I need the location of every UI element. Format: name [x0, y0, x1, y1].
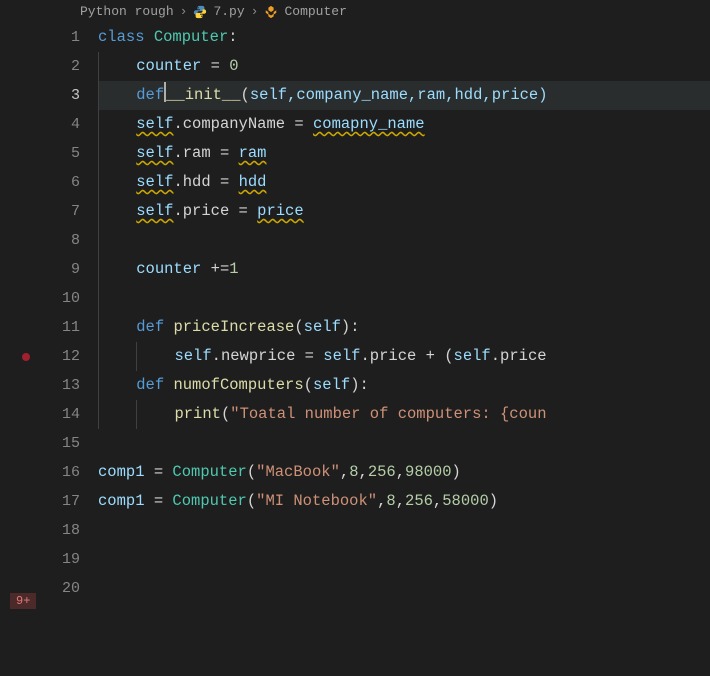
line-number[interactable]: 5: [48, 139, 80, 168]
line-number[interactable]: 9: [48, 255, 80, 284]
line-number[interactable]: 3: [48, 81, 80, 110]
code-line[interactable]: self.ram = ram: [98, 139, 710, 168]
code-line[interactable]: self.hdd = hdd: [98, 168, 710, 197]
line-number[interactable]: 12: [48, 342, 80, 371]
code-line[interactable]: self.companyName = comapny_name: [98, 110, 710, 139]
breadcrumb-file[interactable]: 7.py: [213, 4, 244, 19]
line-number[interactable]: 4: [48, 110, 80, 139]
line-number[interactable]: 18: [48, 516, 80, 545]
code-line[interactable]: comp1 = Computer("MacBook",8,256,98000): [98, 458, 710, 487]
editor-container: Python rough › 7.py › Computer 9+ 1 2 3 …: [0, 0, 710, 676]
code-line[interactable]: self.price = price: [98, 197, 710, 226]
chevron-icon: ›: [180, 4, 188, 19]
line-number-gutter[interactable]: 1 2 3 4 5 6 7 8 9 10 11 12 13 14 15 16 1…: [48, 23, 98, 676]
code-line[interactable]: def numofComputers(self):: [98, 371, 710, 400]
code-line[interactable]: self.newprice = self.price + (self.price: [98, 342, 710, 371]
line-number[interactable]: 2: [48, 52, 80, 81]
class-symbol-icon: [264, 5, 278, 19]
problems-badge[interactable]: 9+: [10, 593, 36, 609]
breakpoint-icon[interactable]: [22, 353, 30, 361]
code-line[interactable]: [98, 284, 710, 313]
python-file-icon: [193, 5, 207, 19]
code-content[interactable]: class Computer: counter = 0 def__init__(…: [98, 23, 710, 676]
line-number[interactable]: 13: [48, 371, 80, 400]
line-number[interactable]: 7: [48, 197, 80, 226]
code-line[interactable]: counter +=1: [98, 255, 710, 284]
code-line[interactable]: [98, 545, 710, 574]
breadcrumb[interactable]: Python rough › 7.py › Computer: [0, 0, 710, 23]
line-number[interactable]: 15: [48, 429, 80, 458]
line-number[interactable]: 10: [48, 284, 80, 313]
breadcrumb-folder[interactable]: Python rough: [80, 4, 174, 19]
glyph-margin[interactable]: 9+: [0, 23, 48, 676]
line-number[interactable]: 8: [48, 226, 80, 255]
line-number[interactable]: 16: [48, 458, 80, 487]
line-number[interactable]: 19: [48, 545, 80, 574]
code-line[interactable]: counter = 0: [98, 52, 710, 81]
code-line[interactable]: class Computer:: [98, 23, 710, 52]
code-line[interactable]: [98, 574, 710, 603]
line-number[interactable]: 11: [48, 313, 80, 342]
line-number[interactable]: 1: [48, 23, 80, 52]
editor-body: 9+ 1 2 3 4 5 6 7 8 9 10 11 12 13 14 15 1…: [0, 23, 710, 676]
chevron-icon: ›: [251, 4, 259, 19]
line-number[interactable]: 20: [48, 574, 80, 603]
code-line[interactable]: [98, 226, 710, 255]
line-number[interactable]: 6: [48, 168, 80, 197]
code-line[interactable]: [98, 516, 710, 545]
code-line[interactable]: [98, 429, 710, 458]
code-line-active[interactable]: def__init__(self,company_name,ram,hdd,pr…: [98, 81, 710, 110]
line-number[interactable]: 17: [48, 487, 80, 516]
breadcrumb-symbol[interactable]: Computer: [284, 4, 346, 19]
code-line[interactable]: print("Toatal number of computers: {coun: [98, 400, 710, 429]
code-line[interactable]: def priceIncrease(self):: [98, 313, 710, 342]
line-number[interactable]: 14: [48, 400, 80, 429]
code-line[interactable]: comp1 = Computer("MI Notebook",8,256,580…: [98, 487, 710, 516]
